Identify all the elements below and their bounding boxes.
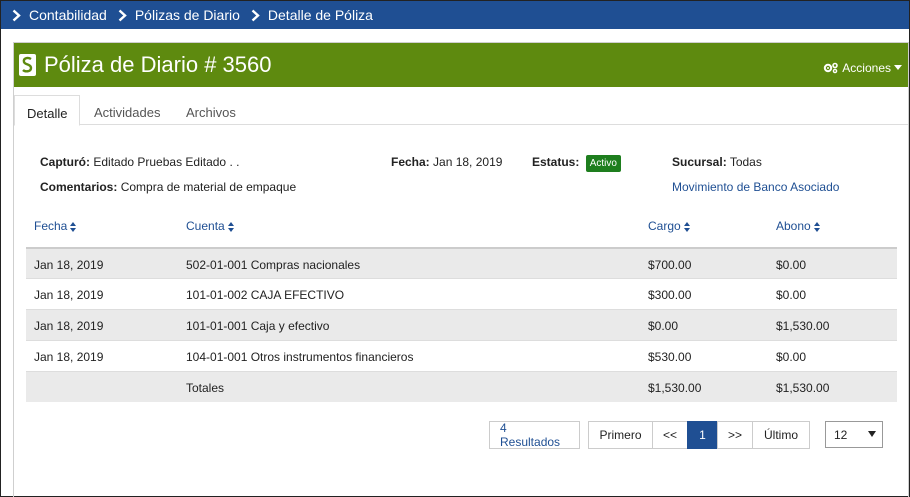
table-row: Jan 18, 2019 502-01-001 Compras nacional… [26,247,897,278]
sucursal-field: Sucursal: Todas [672,155,762,169]
capturo-value: Editado Pruebas Editado . . [93,155,240,169]
tab-bar: Detalle Actividades Archivos [14,87,908,126]
cell-cargo: $700.00 [648,258,692,272]
breadcrumb-item-polizas: Pólizas de Diario [107,7,240,23]
table-row: Jan 18, 2019 101-01-002 CAJA EFECTIVO $3… [26,278,897,309]
column-header-cuenta-label: Cuenta [186,219,225,233]
tab-archivos[interactable]: Archivos [174,95,248,126]
bank-movement-link[interactable]: Movimiento de Banco Asociado [672,180,839,194]
breadcrumb-link-polizas[interactable]: Pólizas de Diario [135,7,240,23]
column-header-abono-label: Abono [776,219,811,233]
page-size-value: 12 [834,427,848,442]
chevron-right-icon [251,9,260,21]
sort-icon [813,221,820,232]
breadcrumb-item-detalle: Detalle de Póliza [240,7,373,23]
cell-abono: $0.00 [776,350,807,364]
totals-abono: $1,530.00 [776,381,830,395]
cell-fecha: Jan 18, 2019 [34,319,104,333]
comentarios-label: Comentarios: [40,180,118,194]
cell-cargo: $0.00 [648,319,679,333]
results-count: 4 Resultados [489,421,580,449]
capturo-field: Capturó: Editado Pruebas Editado . . [40,155,239,169]
cell-cuenta: 104-01-001 Otros instrumentos financiero… [186,350,414,364]
column-header-cargo-label: Cargo [648,219,681,233]
cell-cargo: $530.00 [648,350,692,364]
cell-fecha: Jan 18, 2019 [34,288,104,302]
capturo-label: Capturó: [40,155,90,169]
table-row: Jan 18, 2019 101-01-001 Caja y efectivo … [26,309,897,340]
column-header-cargo[interactable]: Cargo [648,219,690,233]
page-title: Póliza de Diario # 3560 [44,52,272,77]
actions-dropdown[interactable]: Acciones [823,61,902,75]
gears-icon [824,62,839,74]
estatus-label: Estatus: [532,155,580,169]
chevron-right-icon [12,9,21,21]
comentarios-value: Compra de material de empaque [120,180,297,194]
breadcrumb-link-contabilidad[interactable]: Contabilidad [29,7,107,23]
sucursal-value: Todas [729,155,762,169]
sort-icon [227,221,234,232]
sort-icon [683,221,690,232]
app-logo-icon [19,54,36,76]
last-page-button[interactable]: Último [752,421,810,449]
results-count-button[interactable]: 4 Resultados [489,421,580,449]
panel-header: Póliza de Diario # 3560 Acciones [14,43,908,87]
first-page-button[interactable]: Primero [588,421,653,449]
policy-panel: Póliza de Diario # 3560 Acciones Detalle… [13,42,909,497]
table-row: Jan 18, 2019 104-01-001 Otros instrument… [26,340,897,371]
column-header-fecha-label: Fecha [34,219,68,233]
fecha-field: Fecha: Jan 18, 2019 [391,155,502,169]
cell-fecha: Jan 18, 2019 [34,258,104,272]
status-badge: Activo [585,155,621,172]
totals-label: Totales [186,381,225,395]
sort-icon [70,221,77,232]
prev-page-button[interactable]: << [652,421,688,449]
cell-abono: $0.00 [776,258,807,272]
breadcrumb-link-detalle[interactable]: Detalle de Póliza [268,7,373,23]
cell-fecha: Jan 18, 2019 [34,350,104,364]
column-header-fecha[interactable]: Fecha [34,219,77,233]
cell-cargo: $300.00 [648,288,692,302]
tab-actividades[interactable]: Actividades [82,95,172,126]
cell-cuenta: 502-01-001 Compras nacionales [186,258,361,272]
tab-detalle[interactable]: Detalle [14,95,81,126]
chevron-right-icon [118,9,127,21]
totals-row: Totales $1,530.00 $1,530.00 [26,371,897,402]
page-size-select[interactable]: 12 [825,421,883,448]
caret-down-icon [894,65,902,70]
column-header-abono[interactable]: Abono [776,219,820,233]
sucursal-label: Sucursal: [672,155,727,169]
cell-abono: $0.00 [776,288,807,302]
cell-cuenta: 101-01-002 CAJA EFECTIVO [186,288,345,302]
actions-label: Acciones [842,61,891,75]
fecha-value: Jan 18, 2019 [433,155,503,169]
comentarios-field: Comentarios: Compra de material de empaq… [40,180,296,194]
pagination: Primero << 1 >> Último [588,421,810,449]
column-header-cuenta[interactable]: Cuenta [186,219,234,233]
cell-cuenta: 101-01-001 Caja y efectivo [186,319,330,333]
breadcrumb: Contabilidad Pólizas de Diario Detalle d… [1,1,909,29]
estatus-field: Estatus: Activo [532,155,621,172]
page-1-button[interactable]: 1 [687,421,718,449]
totals-cargo: $1,530.00 [648,381,702,395]
cell-abono: $1,530.00 [776,319,830,333]
fecha-label: Fecha: [391,155,430,169]
caret-down-icon [868,431,876,437]
next-page-button[interactable]: >> [717,421,753,449]
breadcrumb-item-contabilidad: Contabilidad [1,7,107,23]
